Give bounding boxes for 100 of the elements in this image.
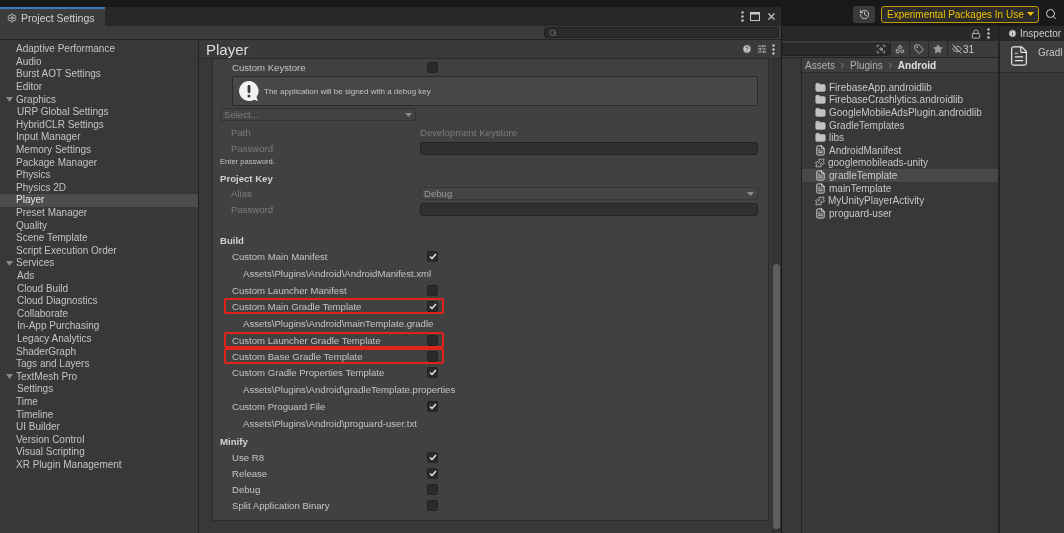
checkbox[interactable] [427, 366, 438, 378]
checkbox[interactable] [427, 483, 438, 495]
scene-search-icon[interactable] [876, 44, 886, 54]
document-icon [1008, 45, 1030, 67]
setting-label: Custom Proguard File [232, 400, 326, 412]
sidebar-item[interactable]: HybridCLR Settings [0, 118, 198, 132]
expanded-arrow-icon[interactable] [6, 259, 13, 267]
window-title: Project Settings [21, 11, 95, 24]
file-item[interactable]: MyUnityPlayerActivity [802, 194, 998, 207]
sidebar-item[interactable]: Preset Manager [0, 206, 198, 220]
file-item[interactable]: mainTemplate [802, 181, 998, 195]
checkbox[interactable] [427, 467, 438, 479]
checkbox[interactable] [427, 300, 438, 312]
sidebar-item[interactable]: URP Global Settings [0, 105, 198, 119]
more-icon[interactable] [987, 28, 990, 39]
file-item[interactable]: googlemobileads-unity [802, 156, 998, 170]
sidebar-item[interactable]: In-App Purchasing [0, 320, 198, 333]
sidebar-item[interactable]: XR Plugin Management [0, 458, 198, 472]
checkbox[interactable] [427, 334, 438, 346]
history-icon [858, 8, 870, 20]
sidebar-item[interactable]: Package Manager [0, 156, 198, 169]
search-field[interactable] [782, 42, 890, 56]
sidebar-item[interactable]: Version Control [0, 433, 198, 446]
file-item[interactable]: proguard-user [802, 206, 998, 220]
sidebar-item[interactable]: Visual Scripting [0, 446, 198, 459]
sidebar-item[interactable]: ShaderGraph [0, 345, 198, 358]
sidebar-item[interactable]: Timeline [0, 408, 198, 421]
file-item[interactable]: GradleTemplates [802, 118, 998, 132]
help-icon[interactable] [742, 44, 752, 54]
search-field[interactable] [544, 27, 779, 38]
file-item[interactable]: FirebaseApp.androidlib [802, 81, 998, 94]
checkbox[interactable] [427, 284, 438, 296]
search-icon[interactable] [1044, 8, 1057, 20]
sidebar-item[interactable]: Adaptive Performance [0, 43, 198, 56]
file-path: Assets\Plugins\Android\AndroidManifest.xml [242, 266, 433, 281]
section-heading: Project Key [220, 172, 274, 186]
sidebar-item[interactable]: Graphics [0, 93, 198, 106]
history-button[interactable] [853, 5, 875, 23]
sidebar-item[interactable]: Editor [0, 80, 198, 94]
scrollbar[interactable] [772, 59, 781, 533]
breadcrumb-item[interactable]: Plugins [850, 59, 883, 71]
file-item[interactable]: libs [802, 131, 998, 144]
checkbox[interactable] [427, 400, 438, 412]
checkbox[interactable] [427, 499, 438, 511]
sidebar-item[interactable]: Legacy Analytics [0, 332, 198, 346]
sidebar-item[interactable]: UI Builder [0, 420, 198, 434]
lock-icon[interactable] [971, 28, 981, 39]
sidebar-item[interactable]: TextMesh Pro [0, 370, 198, 384]
help-text: The application will be signed with a debug key [264, 86, 431, 96]
close-icon[interactable] [766, 11, 777, 22]
expanded-arrow-icon[interactable] [6, 96, 13, 104]
sidebar-item[interactable]: Services [0, 257, 198, 270]
sidebar-item[interactable]: Collaborate [0, 307, 198, 321]
sidebar-item[interactable]: Settings [0, 383, 198, 396]
sidebar-item[interactable]: Cloud Diagnostics [0, 294, 198, 308]
sidebar-item[interactable]: Audio [0, 55, 198, 69]
sidebar-item[interactable]: Memory Settings [0, 143, 198, 157]
setting-label: Custom Launcher Gradle Template [232, 334, 381, 346]
setting-label: Use R8 [232, 451, 264, 463]
section-heading: Minify [220, 435, 249, 449]
window-tab[interactable]: Project Settings [0, 7, 105, 26]
file-item[interactable]: AndroidManifest [802, 143, 998, 157]
section-heading: Build [220, 234, 245, 248]
hidden-packages-button[interactable]: 31 [947, 40, 979, 58]
settings-icon [7, 12, 17, 23]
eye-off-icon [952, 44, 962, 54]
file-item[interactable]: GoogleMobileAdsPlugin.androidlib [802, 106, 998, 119]
setting-label: Custom Gradle Properties Template [232, 366, 385, 378]
password-field[interactable] [420, 202, 758, 216]
checkbox[interactable] [427, 61, 438, 73]
checkbox[interactable] [427, 250, 438, 262]
sidebar-item[interactable]: Cloud Build [0, 282, 198, 295]
maximize-icon[interactable] [750, 12, 760, 21]
field-value: Development Keystore [420, 127, 518, 139]
sidebar-item[interactable]: Burst AOT Settings [0, 68, 198, 81]
sidebar-item[interactable]: Physics 2D [0, 181, 198, 195]
more-icon[interactable] [772, 43, 775, 55]
password-field[interactable] [420, 141, 758, 155]
sidebar-item[interactable]: Time [0, 395, 198, 409]
sidebar-item[interactable]: Script Execution Order [0, 244, 198, 258]
inspector-tab[interactable]: Inspector [1000, 26, 1064, 41]
sidebar-item[interactable]: Quality [0, 219, 198, 232]
caret-icon [747, 191, 754, 196]
sliders-icon[interactable] [757, 44, 767, 54]
packages-button[interactable]: Experimental Packages In Use [881, 5, 1039, 23]
sidebar-item[interactable]: Input Manager [0, 131, 198, 144]
more-icon[interactable] [741, 11, 744, 22]
sidebar-item[interactable]: Physics [0, 168, 198, 182]
sidebar-item[interactable]: Ads [0, 269, 198, 283]
breadcrumb-item[interactable]: Assets [805, 59, 835, 71]
expanded-arrow-icon[interactable] [6, 373, 13, 381]
breadcrumb-item[interactable]: Android [897, 59, 937, 71]
sidebar-item[interactable]: Scene Template [0, 231, 198, 245]
sidebar-item[interactable]: Player [0, 194, 198, 207]
file-item[interactable]: gradleTemplate [802, 169, 998, 182]
file-item[interactable]: FirebaseCrashlytics.androidlib [802, 93, 998, 107]
asset-name: Gradl [1038, 47, 1063, 58]
checkbox[interactable] [427, 350, 438, 362]
checkbox[interactable] [427, 451, 438, 463]
sidebar-item[interactable]: Tags and Layers [0, 357, 198, 371]
